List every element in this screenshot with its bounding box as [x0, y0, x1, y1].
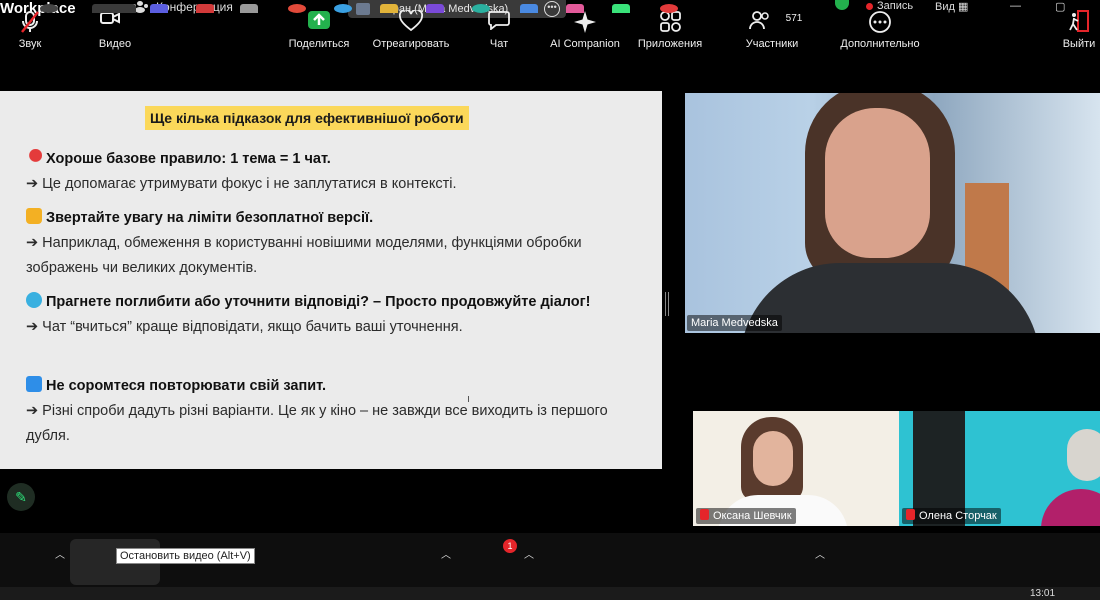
taskbar-app-icon[interactable]: [380, 4, 398, 13]
taskbar-app-icon[interactable]: [520, 4, 538, 13]
tip-item: Хороше базове правило: 1 тема = 1 чат. ➔…: [26, 147, 636, 197]
leave-button[interactable]: Выйти: [1062, 0, 1096, 54]
taskbar-app-icon[interactable]: [288, 4, 306, 13]
video-label: Видео: [98, 38, 132, 50]
more-button[interactable]: Дополнительно: [836, 0, 924, 54]
taskbar-clock[interactable]: 13:01: [1030, 588, 1055, 599]
mic-muted-icon: [19, 10, 41, 37]
participant-hair: [1067, 429, 1100, 481]
participant-body: [1041, 489, 1100, 526]
participants-label: Участники: [745, 38, 799, 50]
tip-item: Звертайте увагу на ліміти безоплатної ве…: [26, 206, 636, 281]
apps-icon: [659, 10, 681, 35]
ai-label: AI Companion: [550, 38, 620, 50]
participant-name: Олена Сторчак: [919, 510, 997, 522]
taskbar-app-icon[interactable]: [196, 4, 214, 13]
chat-options-caret[interactable]: ︿: [524, 546, 534, 561]
participant-tile[interactable]: Олена Сторчак: [899, 411, 1100, 526]
share-screen-icon: [307, 10, 331, 33]
taskbar-app-icon[interactable]: [334, 4, 352, 13]
heart-icon: [399, 8, 423, 35]
tip-body: ➔ Чат “вчиться” краще відповідати, якщо …: [26, 319, 463, 335]
tip-body: ➔ Це допомагає утримувати фокус і не зап…: [26, 176, 457, 192]
chat-label: Чат: [489, 38, 509, 50]
tip-item: Прагнете поглибити або уточнити відповід…: [26, 290, 636, 340]
people-icon: [749, 10, 771, 33]
tip-heading: Звертайте увагу на ліміти безоплатної ве…: [26, 206, 636, 231]
leave-label: Выйти: [1062, 38, 1096, 50]
slide-title: Ще кілька підказок для ефективнішої робо…: [145, 106, 469, 130]
audio-label: Звук: [18, 38, 42, 50]
taskbar-app-icon[interactable]: [566, 4, 584, 13]
mouse-cursor: [468, 396, 472, 402]
meeting-info[interactable]: Конференция: [132, 0, 233, 14]
sparkle-icon: [573, 10, 597, 37]
participant-tile[interactable]: Оксана Шевчик: [693, 411, 899, 526]
search-icon[interactable]: [40, 4, 58, 13]
tip-body: ➔ Наприклад, обмеження в користуванні но…: [26, 235, 582, 276]
chat-unread-badge: 1: [503, 539, 517, 553]
share-label: Поделиться: [288, 38, 350, 50]
tip-heading: Прагнете поглибити або уточнити відповід…: [26, 290, 636, 315]
taskbar-app-icon[interactable]: [426, 4, 444, 13]
chat-bubble-icon: [488, 10, 510, 33]
os-taskbar: [0, 587, 1100, 600]
taskbar-app-zoom[interactable]: [92, 4, 136, 13]
leave-door-icon: [1068, 10, 1090, 35]
shared-slide: Ще кілька підказок для ефективнішої робо…: [0, 91, 662, 469]
repeat-icon: [26, 376, 42, 392]
audio-options-caret[interactable]: ︿: [55, 546, 65, 561]
tip-body: ➔ Різні спроби дадуть різні варіанти. Це…: [26, 403, 608, 444]
view-menu[interactable]: Вид ▦: [935, 0, 968, 13]
speaker-name: Maria Medvedska: [687, 315, 782, 331]
speech-icon: [26, 292, 42, 308]
pin-icon: [26, 149, 42, 165]
taskbar-app-icon[interactable]: [612, 4, 630, 13]
view-label: Вид: [935, 1, 955, 13]
tip-heading: Хороше базове правило: 1 тема = 1 чат.: [26, 147, 636, 172]
taskbar-app-icon[interactable]: [472, 4, 490, 13]
participant-face: [753, 431, 793, 486]
participant-name-tag: Оксана Шевчик: [696, 508, 796, 524]
participants-count: 571: [785, 13, 803, 24]
more-label: Дополнительно: [840, 38, 920, 50]
minimize-icon[interactable]: —: [1010, 0, 1021, 12]
taskbar-app-icon[interactable]: [660, 4, 678, 13]
taskbar-app-icon[interactable]: [240, 4, 258, 13]
mic-muted-icon: [906, 509, 915, 520]
resize-handle[interactable]: [665, 292, 669, 316]
annotate-pencil-icon[interactable]: ✎: [7, 483, 35, 511]
apps-label: Приложения: [637, 38, 703, 50]
react-options-caret[interactable]: ︿: [441, 546, 451, 561]
participants-options-caret[interactable]: ︿: [815, 546, 825, 561]
video-tooltip: Остановить видео (Alt+V): [116, 548, 255, 564]
grid-icon: ▦: [957, 1, 969, 13]
participant-name: Оксана Шевчик: [713, 510, 792, 522]
speaker-video[interactable]: Maria Medvedska: [685, 93, 1100, 333]
tip-item: Не соромтеся повторювати свій запит. ➔ Р…: [26, 374, 636, 449]
react-label: Отреагировать: [372, 38, 450, 50]
taskbar-app-icon[interactable]: [150, 4, 168, 13]
speaker-face: [825, 108, 930, 258]
tip-heading: Не соромтеся повторювати свій запит.: [26, 374, 636, 399]
more-dots-icon: [868, 10, 892, 37]
mic-muted-icon: [700, 509, 709, 520]
participants-button[interactable]: 571 Участники: [740, 0, 804, 54]
lock-icon: [26, 208, 42, 224]
participant-name-tag: Олена Сторчак: [902, 508, 1001, 524]
